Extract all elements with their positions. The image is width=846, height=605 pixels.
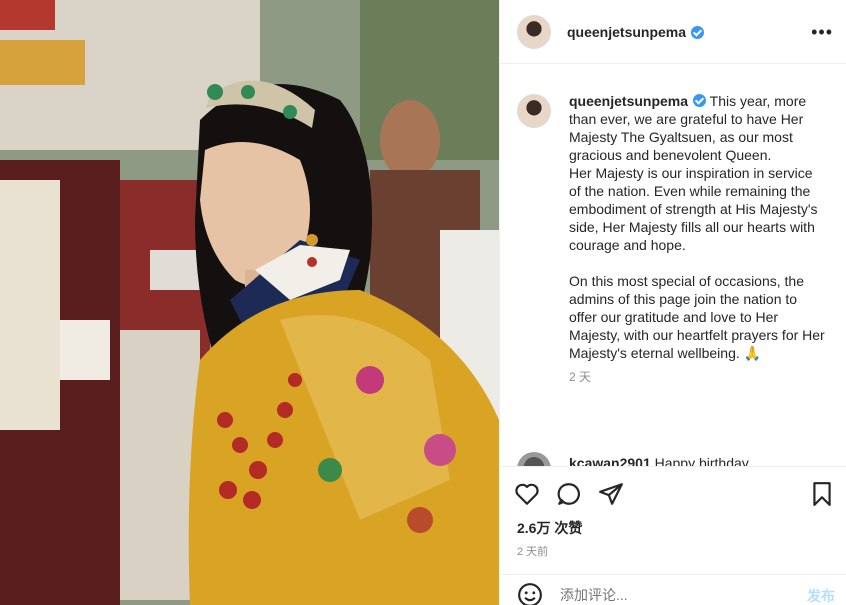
- post-header: queenjetsunpema •••: [500, 0, 846, 64]
- comment-row: kcawan2901 Happy birthday: [517, 452, 837, 466]
- comment-icon[interactable]: [556, 481, 582, 507]
- caption-avatar[interactable]: [517, 94, 551, 128]
- comment-input[interactable]: [560, 586, 780, 603]
- photo-illustration: [0, 0, 499, 605]
- post-photo[interactable]: [0, 0, 499, 605]
- emoji-icon[interactable]: [517, 582, 543, 605]
- post-time: 2 天前: [517, 546, 549, 558]
- likes-count[interactable]: 2.6万 次赞: [517, 518, 582, 538]
- more-options-icon[interactable]: •••: [811, 22, 833, 43]
- post-side-panel: queenjetsunpema ••• queenjetsunpema This…: [499, 0, 846, 605]
- add-comment-section: 发布: [500, 574, 846, 605]
- comment-text: kcawan2901 Happy birthday: [569, 455, 749, 466]
- verified-badge-icon: [691, 26, 705, 39]
- bookmark-icon[interactable]: [809, 481, 835, 507]
- action-icon-bar: [514, 481, 624, 507]
- caption-verified-badge-icon: [693, 94, 707, 107]
- caption-username[interactable]: queenjetsunpema: [569, 93, 688, 109]
- caption-text: queenjetsunpema This year, more than eve…: [569, 92, 825, 362]
- caption-area: queenjetsunpema This year, more than eve…: [500, 64, 846, 464]
- caption-row: queenjetsunpema This year, more than eve…: [517, 92, 833, 362]
- heart-icon[interactable]: [514, 481, 540, 507]
- share-icon[interactable]: [598, 481, 624, 507]
- comment-body: Happy birthday: [654, 455, 749, 466]
- comment-avatar[interactable]: [517, 452, 551, 466]
- actions-section: 2.6万 次赞 2 天前: [500, 466, 846, 574]
- post-comment-button[interactable]: 发布: [807, 586, 835, 605]
- caption-body: This year, more than ever, we are gratef…: [569, 93, 825, 361]
- caption-time: 2 天: [569, 370, 592, 384]
- avatar[interactable]: [517, 14, 551, 49]
- header-username[interactable]: queenjetsunpema: [567, 24, 686, 40]
- comment-username[interactable]: kcawan2901: [569, 455, 651, 466]
